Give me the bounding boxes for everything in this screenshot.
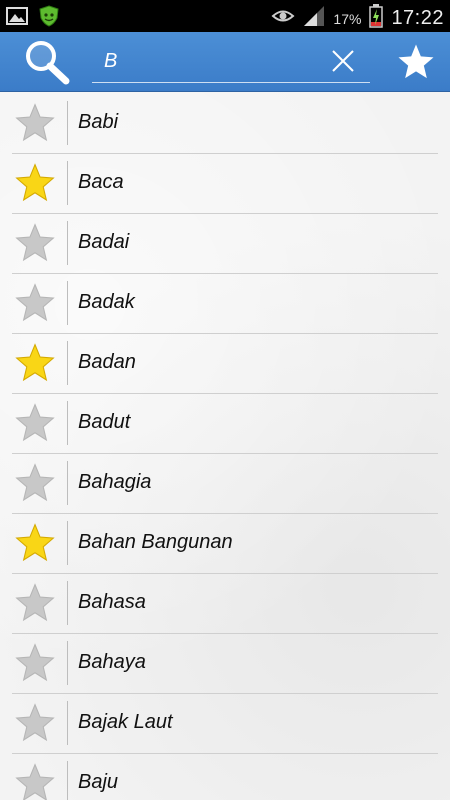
clear-search-button[interactable]: [330, 48, 356, 74]
star-icon: [396, 44, 436, 86]
favorite-star-off-icon[interactable]: [14, 582, 56, 624]
search-input[interactable]: [92, 40, 326, 82]
list-item[interactable]: Baju: [12, 753, 438, 800]
row-divider: [67, 461, 68, 505]
word-label: Badut: [78, 411, 131, 433]
favorite-star-off-icon[interactable]: [14, 642, 56, 684]
word-label: Baca: [78, 171, 124, 193]
list-item[interactable]: Bahasa: [12, 573, 438, 634]
row-divider: [67, 341, 68, 385]
list-item[interactable]: Bajak Laut: [12, 693, 438, 754]
row-divider: [67, 521, 68, 565]
favorite-star-off-icon[interactable]: [14, 462, 56, 504]
favorite-star-off-icon[interactable]: [14, 702, 56, 744]
row-divider: [67, 281, 68, 325]
word-label: Babi: [78, 111, 119, 133]
list-item[interactable]: Bahan Bangunan: [12, 513, 438, 574]
search-button[interactable]: [22, 38, 72, 86]
word-label: Bahagia: [78, 471, 152, 493]
row-divider: [67, 641, 68, 685]
status-bar: 17% 17:22: [0, 0, 450, 32]
list-item[interactable]: Bahaya: [12, 633, 438, 694]
word-label: Badak: [78, 291, 135, 313]
word-label: Bahaya: [78, 651, 146, 673]
row-divider: [67, 401, 68, 445]
list-item[interactable]: Badak: [12, 273, 438, 334]
clock: 17:22: [391, 7, 444, 29]
word-label: Bahasa: [78, 591, 146, 613]
eye-icon: [271, 6, 295, 31]
favorite-star-on-icon[interactable]: [14, 522, 56, 564]
row-divider: [67, 761, 68, 800]
list-item[interactable]: Badan: [12, 333, 438, 394]
favorite-star-off-icon[interactable]: [14, 762, 56, 800]
close-icon: [330, 50, 356, 78]
gallery-notification-icon: [6, 6, 28, 31]
signal-icon: [303, 5, 325, 32]
word-label: Bahan Bangunan: [78, 531, 233, 553]
list-item[interactable]: Badai: [12, 213, 438, 274]
row-divider: [67, 581, 68, 625]
row-divider: [67, 161, 68, 205]
favorite-star-on-icon[interactable]: [14, 342, 56, 384]
favorite-star-off-icon[interactable]: [14, 102, 56, 144]
list-item[interactable]: Babi: [12, 93, 438, 154]
search-field: [92, 40, 370, 83]
favorite-star-on-icon[interactable]: [14, 162, 56, 204]
word-label: Bajak Laut: [78, 711, 173, 733]
word-label: Badan: [78, 351, 136, 373]
battery-percent: 17%: [333, 10, 362, 27]
row-divider: [67, 221, 68, 265]
word-label: Badai: [78, 231, 130, 253]
row-divider: [67, 701, 68, 745]
favorite-star-off-icon[interactable]: [14, 282, 56, 324]
list-item[interactable]: Baca: [12, 153, 438, 214]
list-item[interactable]: Bahagia: [12, 453, 438, 514]
search-icon: [22, 41, 72, 90]
battery-charging-icon: [369, 4, 384, 33]
list-item[interactable]: Badut: [12, 393, 438, 454]
row-divider: [67, 101, 68, 145]
action-bar: [0, 32, 450, 92]
word-list: Babi Baca Badai Badak Badan Badut Bahagia Bahan…: [0, 92, 450, 800]
security-shield-icon: [38, 5, 60, 32]
favorite-star-off-icon[interactable]: [14, 402, 56, 444]
favorites-button[interactable]: [396, 42, 436, 82]
favorite-star-off-icon[interactable]: [14, 222, 56, 264]
word-label: Baju: [78, 771, 119, 793]
